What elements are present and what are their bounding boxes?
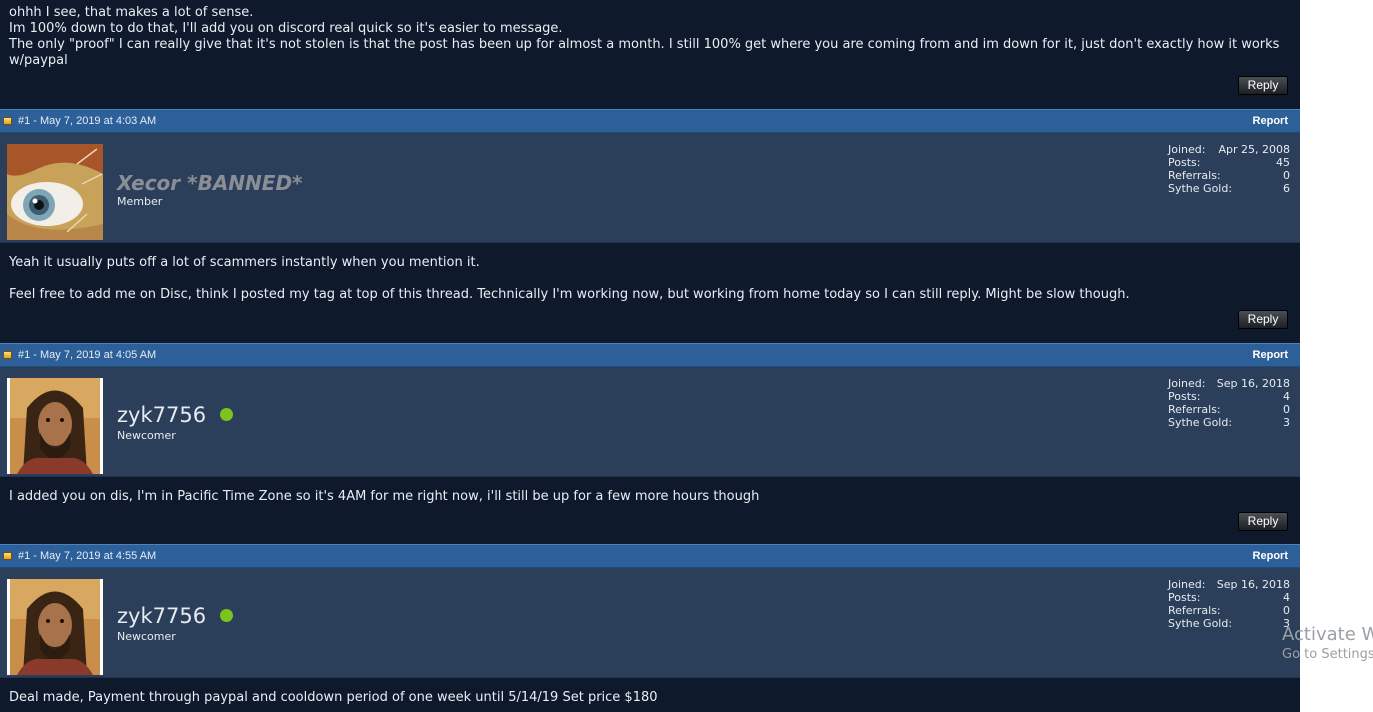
stat-label: Posts: xyxy=(1168,390,1201,403)
stat-label: Sythe Gold: xyxy=(1168,416,1233,429)
stat-joined: Apr 25, 2008 xyxy=(1218,143,1290,156)
post-date: #1 - May 7, 2019 at 4:05 AM xyxy=(18,349,157,361)
post-header: #1 - May 7, 2019 at 4:05 AM Report xyxy=(0,343,1300,367)
watermark-title: Activate W xyxy=(1282,624,1373,645)
post-header: #1 - May 7, 2019 at 4:03 AM Report xyxy=(0,109,1300,133)
post-body: Yeah it usually puts off a lot of scamme… xyxy=(0,255,1300,303)
stat-joined: Sep 16, 2018 xyxy=(1216,377,1290,390)
stat-label: Joined: xyxy=(1168,578,1206,591)
stat-gold: 6 xyxy=(1283,182,1290,195)
avatar[interactable] xyxy=(7,579,103,675)
stat-label: Joined: xyxy=(1168,143,1206,156)
user-stats: Joined: Sep 16, 2018 Posts: 4 Referrals: 0 … xyxy=(1168,377,1290,429)
post-body: Deal made, Payment through paypal and co… xyxy=(0,690,1300,706)
stat-label: Referrals: xyxy=(1168,403,1221,416)
forum-thread: ohhh I see, that makes a lot of sense. I… xyxy=(0,0,1300,712)
portrait-avatar-icon xyxy=(10,378,100,474)
stat-referrals: 0 xyxy=(1283,604,1290,617)
post-body: ohhh I see, that makes a lot of sense. I… xyxy=(0,5,1300,69)
post-body: I added you on dis, I'm in Pacific Time … xyxy=(0,489,1300,505)
stat-posts: 45 xyxy=(1276,156,1290,169)
post-line: Deal made, Payment through paypal and co… xyxy=(9,690,658,705)
portrait-avatar-icon xyxy=(10,579,100,675)
username-text[interactable]: zyk7756 xyxy=(117,403,206,427)
post-date: #1 - May 7, 2019 at 4:03 AM xyxy=(18,115,157,127)
post-line: Feel free to add me on Disc, think I pos… xyxy=(9,287,1130,302)
report-link[interactable]: Report xyxy=(1253,115,1288,127)
stat-posts: 4 xyxy=(1283,390,1290,403)
reply-button[interactable]: Reply xyxy=(1238,76,1288,95)
post-flag-icon xyxy=(3,117,12,125)
stat-referrals: 0 xyxy=(1283,403,1290,416)
user-info-bar: Xecor *BANNED* Member Joined: Apr 25, 200… xyxy=(0,133,1300,243)
online-status-icon xyxy=(220,407,234,421)
user-info-bar: zyk7756 Newcomer Joined: Sep 16, 2018 Pos… xyxy=(0,367,1300,477)
online-status-icon xyxy=(220,608,234,622)
user-rank: Newcomer xyxy=(117,429,176,442)
user-rank: Newcomer xyxy=(117,630,176,643)
stat-label: Sythe Gold: xyxy=(1168,617,1233,630)
user-stats: Joined: Sep 16, 2018 Posts: 4 Referrals: 0 … xyxy=(1168,578,1290,630)
stat-joined: Sep 16, 2018 xyxy=(1216,578,1290,591)
post-line: Yeah it usually puts off a lot of scamme… xyxy=(9,255,480,270)
username-text[interactable]: zyk7756 xyxy=(117,604,206,628)
user-info-bar: zyk7756 Newcomer Joined: Sep 16, 2018 Pos… xyxy=(0,568,1300,678)
reply-button[interactable]: Reply xyxy=(1238,310,1288,329)
stat-posts: 4 xyxy=(1283,591,1290,604)
stat-gold: 3 xyxy=(1283,416,1290,429)
post-line: I added you on dis, I'm in Pacific Time … xyxy=(9,489,760,504)
post-line: ohhh I see, that makes a lot of sense. xyxy=(9,5,254,20)
avatar[interactable] xyxy=(7,378,103,474)
user-rank: Member xyxy=(117,195,163,208)
post-line: Im 100% down to do that, I'll add you on… xyxy=(9,21,563,36)
watermark-subtitle[interactable]: Go to Settings xyxy=(1282,646,1373,664)
post-line: The only "proof" I can really give that … xyxy=(9,37,1280,68)
stat-label: Sythe Gold: xyxy=(1168,182,1233,195)
stat-referrals: 0 xyxy=(1283,169,1290,182)
username[interactable]: zyk7756 xyxy=(117,604,234,628)
eye-avatar-icon xyxy=(7,144,103,240)
avatar[interactable] xyxy=(7,144,103,240)
stat-label: Posts: xyxy=(1168,156,1201,169)
stat-label: Posts: xyxy=(1168,591,1201,604)
stat-label: Referrals: xyxy=(1168,169,1221,182)
reply-button[interactable]: Reply xyxy=(1238,512,1288,531)
post-header: #1 - May 7, 2019 at 4:55 AM Report xyxy=(0,544,1300,568)
stat-label: Referrals: xyxy=(1168,604,1221,617)
report-link[interactable]: Report xyxy=(1253,349,1288,361)
user-stats: Joined: Apr 25, 2008 Posts: 45 Referrals: 0… xyxy=(1168,143,1290,195)
report-link[interactable]: Report xyxy=(1253,550,1288,562)
username[interactable]: zyk7756 xyxy=(117,403,234,427)
username[interactable]: Xecor *BANNED* xyxy=(117,171,303,195)
post-flag-icon xyxy=(3,351,12,359)
windows-activation-watermark: Activate W Go to Settings xyxy=(1282,624,1373,664)
post-date: #1 - May 7, 2019 at 4:55 AM xyxy=(18,550,157,562)
post-flag-icon xyxy=(3,552,12,560)
stat-label: Joined: xyxy=(1168,377,1206,390)
